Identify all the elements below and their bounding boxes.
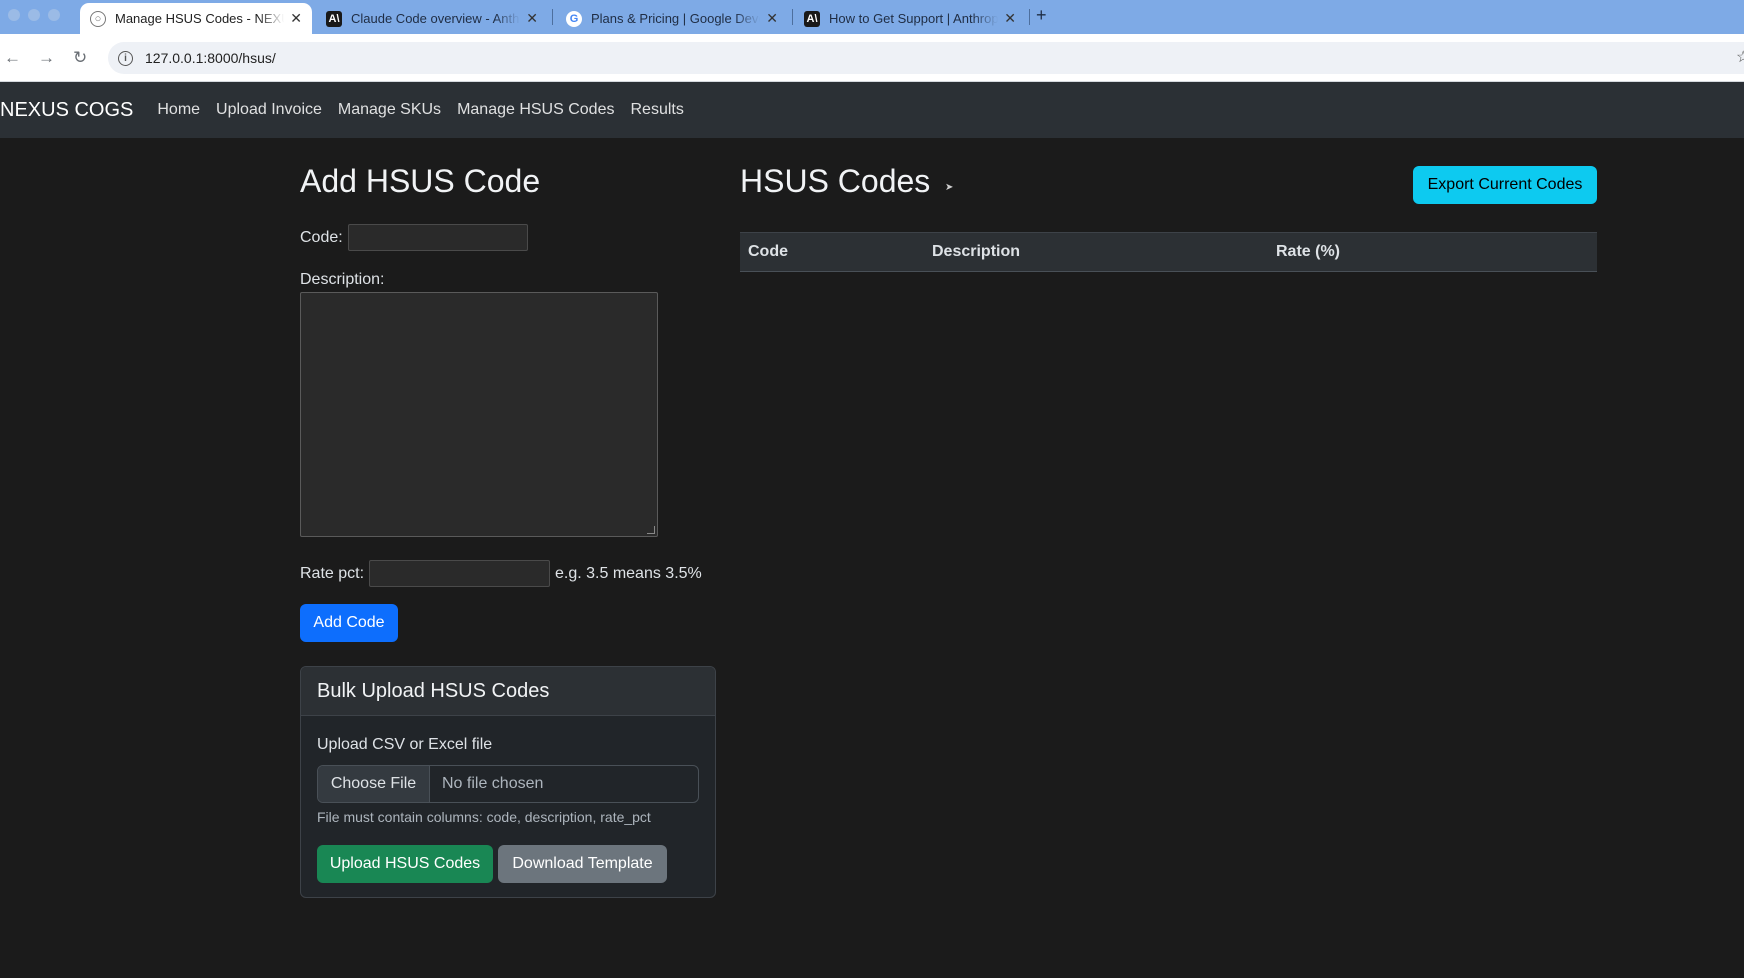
rate-hint: e.g. 3.5 means 3.5% — [555, 565, 702, 582]
column-header-rate: Rate (%) — [1276, 243, 1341, 260]
browser-tab[interactable]: A\ How to Get Support | Anthropic ✕ — [794, 3, 1026, 34]
tab-separator — [1029, 9, 1030, 25]
brand-link[interactable]: NEXUS COGS — [0, 99, 133, 122]
browser-tab-active[interactable]: ○ Manage HSUS Codes - NEXUS COGS ✕ — [80, 3, 312, 34]
file-label: Upload CSV or Excel file — [317, 736, 493, 753]
file-input[interactable]: Choose File No file chosen — [317, 765, 699, 803]
bulk-upload-heading: Bulk Upload HSUS Codes — [301, 667, 715, 716]
globe-icon: ○ — [90, 10, 106, 27]
reload-icon[interactable]: ↻ — [73, 48, 87, 68]
rate-label: Rate pct: — [300, 565, 365, 582]
column-header-description: Description — [932, 243, 1021, 260]
browser-tab-strip: ○ Manage HSUS Codes - NEXUS COGS ✕ A\ Cl… — [0, 0, 1744, 34]
anthropic-icon: A\ — [326, 10, 342, 27]
anthropic-icon: A\ — [804, 10, 820, 27]
browser-tab[interactable]: A\ Claude Code overview - Anthropic ✕ — [316, 3, 548, 34]
code-input[interactable] — [348, 224, 528, 251]
file-status: No file chosen — [442, 775, 544, 792]
nav-link-results[interactable]: Results — [630, 101, 683, 119]
download-template-button[interactable]: Download Template — [498, 845, 667, 883]
browser-toolbar: ← → ↻ i 127.0.0.1:8000/hsus/ ☆ — [0, 34, 1744, 82]
hsus-codes-heading: HSUS Codes — [740, 163, 931, 199]
tab-title: Plans & Pricing | Google Developers — [591, 11, 760, 26]
mouse-cursor-icon: ➤ — [945, 182, 954, 193]
upload-hsus-codes-button[interactable]: Upload HSUS Codes — [317, 845, 493, 883]
nav-link-manage-skus[interactable]: Manage SKUs — [338, 101, 441, 119]
column-header-code: Code — [748, 243, 788, 260]
google-icon: G — [566, 10, 582, 27]
url-text: 127.0.0.1:8000/hsus/ — [145, 50, 276, 66]
bulk-upload-card: Bulk Upload HSUS Codes Upload CSV or Exc… — [300, 666, 716, 898]
tab-title: Claude Code overview - Anthropic — [351, 11, 520, 26]
address-bar[interactable]: i 127.0.0.1:8000/hsus/ — [108, 42, 1744, 74]
rate-input[interactable] — [369, 560, 550, 587]
resize-handle-icon[interactable] — [647, 526, 655, 534]
forward-arrow-icon[interactable]: → — [38, 48, 55, 68]
tab-title: Manage HSUS Codes - NEXUS COGS — [115, 11, 284, 26]
window-minimize-control[interactable] — [28, 9, 40, 21]
file-help-text: File must contain columns: code, descrip… — [317, 809, 651, 825]
add-code-heading: Add HSUS Code — [300, 163, 541, 199]
window-zoom-control[interactable] — [48, 9, 60, 21]
add-code-button[interactable]: Add Code — [300, 604, 398, 642]
app-navbar: NEXUS COGS Home Upload Invoice Manage SK… — [0, 82, 1744, 138]
export-codes-button[interactable]: Export Current Codes — [1413, 166, 1597, 204]
code-label: Code: — [300, 229, 343, 246]
nav-link-manage-hsus-codes[interactable]: Manage HSUS Codes — [457, 101, 614, 119]
browser-tab[interactable]: G Plans & Pricing | Google Developers ✕ — [556, 3, 788, 34]
description-label: Description: — [300, 271, 385, 288]
close-icon[interactable]: ✕ — [760, 10, 778, 27]
codes-table-header: Code Description Rate (%) — [740, 232, 1597, 272]
site-info-icon[interactable]: i — [118, 50, 133, 66]
close-icon[interactable]: ✕ — [284, 10, 302, 27]
description-textarea[interactable] — [300, 292, 658, 537]
nav-link-upload-invoice[interactable]: Upload Invoice — [216, 101, 322, 119]
new-tab-icon[interactable]: + — [1036, 5, 1047, 26]
close-icon[interactable]: ✕ — [998, 10, 1016, 27]
nav-link-home[interactable]: Home — [157, 101, 200, 119]
bookmark-star-icon[interactable]: ☆ — [1736, 47, 1744, 67]
tab-separator — [792, 9, 793, 25]
window-close-control[interactable] — [8, 9, 20, 21]
choose-file-button[interactable]: Choose File — [318, 766, 430, 802]
tab-title: How to Get Support | Anthropic — [829, 11, 999, 26]
close-icon[interactable]: ✕ — [520, 10, 538, 27]
back-arrow-icon[interactable]: ← — [4, 48, 21, 68]
tab-separator — [552, 9, 553, 25]
